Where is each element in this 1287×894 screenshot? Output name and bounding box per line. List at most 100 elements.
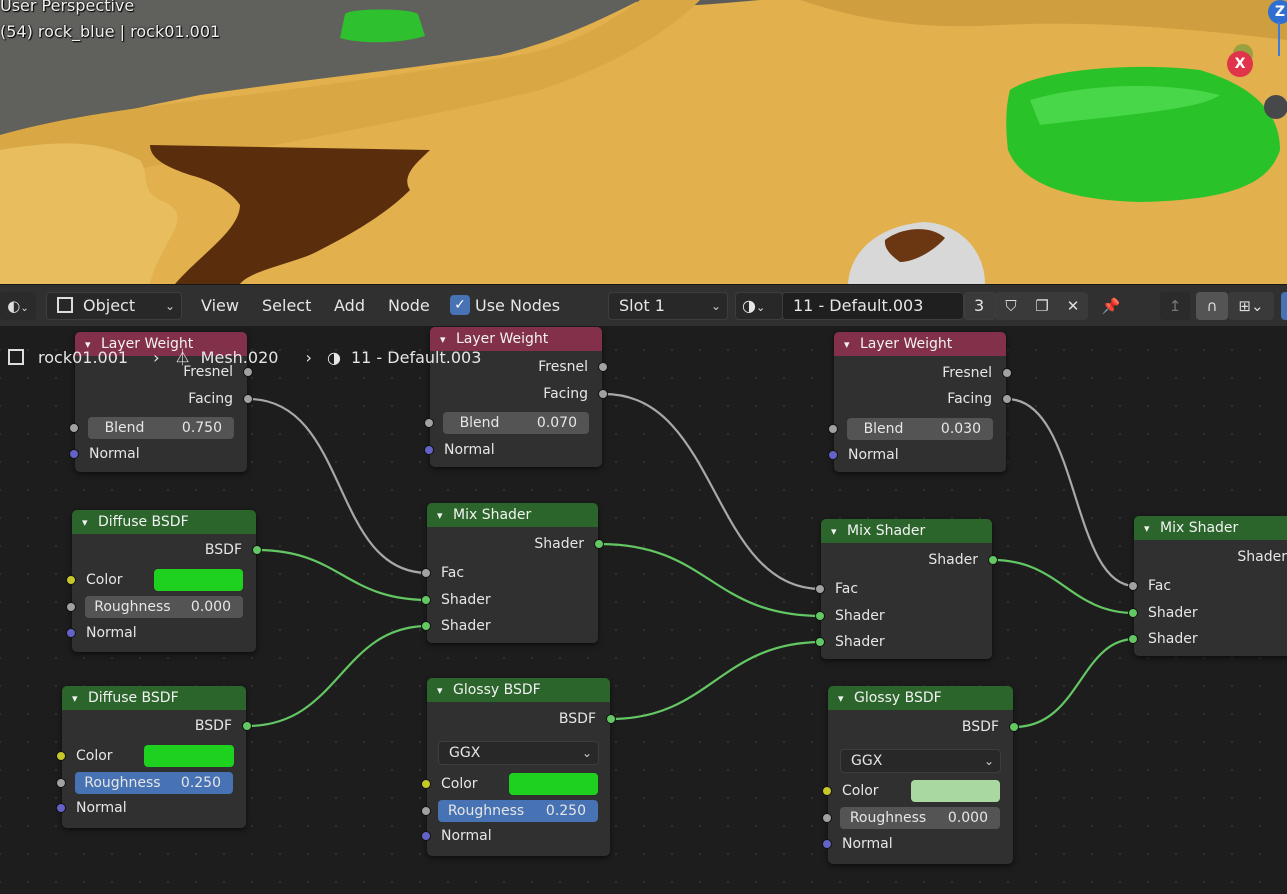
use-nodes-label[interactable]: Use Nodes: [475, 293, 560, 319]
fresnel-socket[interactable]: [243, 367, 253, 377]
glossy-bsdf-node-2[interactable]: ▾ Glossy BSDF BSDF GGX ⌄ Color Roughness 0.…: [822, 686, 1019, 864]
layer-weight-node-3[interactable]: ▾ Layer Weight Fresnel Facing Blend 0.030 …: [828, 332, 1012, 472]
menu-select[interactable]: Select: [262, 293, 311, 319]
snap-grid-icon[interactable]: ⊞⌄: [1228, 292, 1274, 320]
breadcrumb-object[interactable]: rock01.001: [38, 348, 128, 367]
breadcrumb-material[interactable]: 11 - Default.003: [351, 348, 481, 367]
collapse-chevron-icon[interactable]: ▾: [437, 504, 453, 527]
blend-socket[interactable]: [828, 424, 838, 434]
fac-socket[interactable]: [421, 568, 431, 578]
mix-shader-node-2[interactable]: ▾ Mix Shader Shader Fac Shader Shader: [815, 519, 998, 659]
color-socket[interactable]: [822, 786, 832, 796]
shader-input-socket[interactable]: [815, 611, 825, 621]
shader-input-socket[interactable]: [1128, 608, 1138, 618]
normal-socket[interactable]: [421, 831, 431, 841]
blend-socket[interactable]: [69, 423, 79, 433]
collapse-chevron-icon[interactable]: ▾: [844, 333, 860, 356]
normal-socket[interactable]: [424, 445, 434, 455]
facing-socket[interactable]: [1002, 394, 1012, 404]
fresnel-socket[interactable]: [1002, 368, 1012, 378]
gizmo-z-axis[interactable]: Z: [1268, 0, 1287, 24]
use-nodes-checkbox[interactable]: ✓: [450, 295, 470, 315]
blend-field[interactable]: Blend 0.070: [443, 412, 589, 434]
facing-socket[interactable]: [598, 389, 608, 399]
collapse-chevron-icon[interactable]: ▾: [838, 687, 854, 710]
diffuse-bsdf-node-1[interactable]: ▾ Diffuse BSDF BSDF Color Roughness 0.000 …: [66, 510, 262, 652]
color-socket[interactable]: [56, 751, 66, 761]
node-header[interactable]: ▾ Mix Shader: [1134, 516, 1287, 540]
color-swatch[interactable]: [509, 773, 598, 795]
parent-node-tree-icon[interactable]: ↥: [1160, 292, 1190, 320]
editor-type-button[interactable]: ◐⌄: [0, 292, 36, 320]
glossy-bsdf-node-1[interactable]: ▾ Glossy BSDF BSDF GGX ⌄ Color Roughness 0.…: [421, 678, 616, 856]
material-name-field[interactable]: 11 - Default.003: [782, 292, 964, 320]
normal-socket[interactable]: [69, 449, 79, 459]
roughness-socket[interactable]: [56, 778, 66, 788]
unlink-close-icon[interactable]: ✕: [1058, 292, 1088, 320]
collapse-chevron-icon[interactable]: ▾: [831, 520, 847, 543]
collapse-chevron-icon[interactable]: ▾: [1144, 517, 1160, 540]
node-header[interactable]: ▾ Diffuse BSDF: [62, 686, 246, 710]
shader-input-socket[interactable]: [421, 621, 431, 631]
roughness-field[interactable]: Roughness 0.250: [75, 772, 233, 794]
node-editor-canvas[interactable]: ▾ Layer Weight Fresnel Facing Blend 0.750 …: [0, 326, 1287, 894]
node-header[interactable]: ▾ Mix Shader: [821, 519, 992, 543]
roughness-socket[interactable]: [822, 813, 832, 823]
normal-socket[interactable]: [822, 839, 832, 849]
bsdf-socket[interactable]: [252, 545, 262, 555]
mix-shader-node-3[interactable]: ▾ Mix Shader Shader Fac Shader Shader: [1128, 516, 1287, 656]
mix-shader-node-1[interactable]: ▾ Mix Shader Shader Fac Shader Shader: [421, 503, 604, 643]
blend-socket[interactable]: [424, 418, 434, 428]
fresnel-socket[interactable]: [598, 362, 608, 372]
snap-magnet-icon[interactable]: ∩: [1196, 292, 1228, 320]
fake-user-shield-icon[interactable]: ⛉: [996, 292, 1026, 320]
blend-field[interactable]: Blend 0.750: [88, 417, 234, 439]
roughness-socket[interactable]: [66, 602, 76, 612]
roughness-field[interactable]: Roughness 0.250: [438, 800, 598, 822]
distribution-dropdown[interactable]: GGX ⌄: [438, 741, 599, 765]
bsdf-socket[interactable]: [606, 714, 616, 724]
color-socket[interactable]: [421, 779, 431, 789]
slot-dropdown[interactable]: Slot 1 ⌄: [608, 292, 728, 320]
material-browse-button[interactable]: ◑⌄: [735, 292, 783, 320]
color-swatch[interactable]: [911, 780, 1000, 802]
node-header[interactable]: ▾ Mix Shader: [427, 503, 598, 527]
shader-input-socket[interactable]: [815, 637, 825, 647]
node-header[interactable]: ▾ Layer Weight: [834, 332, 1006, 356]
menu-add[interactable]: Add: [334, 293, 365, 319]
gizmo-x-axis[interactable]: X: [1227, 51, 1253, 77]
node-header[interactable]: ▾ Glossy BSDF: [427, 678, 610, 702]
collapse-chevron-icon[interactable]: ▾: [82, 511, 98, 534]
fac-socket[interactable]: [1128, 581, 1138, 591]
diffuse-bsdf-node-2[interactable]: ▾ Diffuse BSDF BSDF Color Roughness 0.250 …: [56, 686, 252, 828]
roughness-field[interactable]: Roughness 0.000: [85, 596, 243, 618]
color-swatch[interactable]: [154, 569, 243, 591]
node-header[interactable]: ▾ Glossy BSDF: [828, 686, 1013, 710]
menu-node[interactable]: Node: [388, 293, 430, 319]
shader-input-socket[interactable]: [1128, 634, 1138, 644]
user-count-button[interactable]: 3: [964, 292, 996, 320]
menu-view[interactable]: View: [201, 293, 239, 319]
bsdf-socket[interactable]: [1009, 722, 1019, 732]
mode-dropdown[interactable]: Object ⌄: [46, 292, 182, 320]
shader-output-socket[interactable]: [988, 555, 998, 565]
normal-socket[interactable]: [56, 803, 66, 813]
bsdf-socket[interactable]: [242, 721, 252, 731]
shader-output-socket[interactable]: [594, 539, 604, 549]
collapse-chevron-icon[interactable]: ▾: [72, 687, 88, 710]
normal-socket[interactable]: [66, 628, 76, 638]
facing-socket[interactable]: [243, 394, 253, 404]
collapse-chevron-icon[interactable]: ▾: [437, 679, 453, 702]
fac-socket[interactable]: [815, 584, 825, 594]
normal-socket[interactable]: [828, 450, 838, 460]
shader-input-socket[interactable]: [421, 595, 431, 605]
duplicate-material-icon[interactable]: ❐: [1026, 292, 1058, 320]
breadcrumb-mesh[interactable]: Mesh.020: [201, 348, 279, 367]
overlay-button[interactable]: [1281, 292, 1287, 320]
color-swatch[interactable]: [144, 745, 234, 767]
roughness-socket[interactable]: [421, 806, 431, 816]
color-socket[interactable]: [66, 575, 76, 585]
distribution-dropdown[interactable]: GGX ⌄: [840, 749, 1001, 773]
pin-icon[interactable]: 📌: [1096, 292, 1126, 320]
roughness-field[interactable]: Roughness 0.000: [840, 807, 1000, 829]
